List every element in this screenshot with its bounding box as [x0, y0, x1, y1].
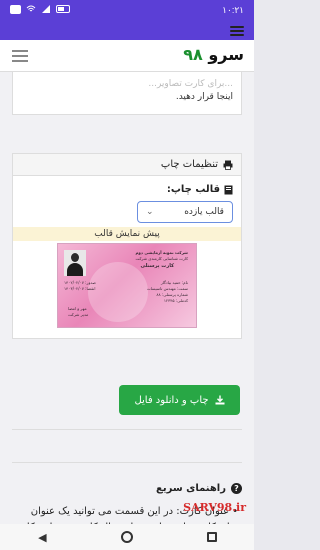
- template-label: قالب چاپ:: [166, 184, 220, 195]
- card-expire-date: انقضا: ۱۴۰۳/۰۲/۰۷: [64, 286, 96, 291]
- print-download-button[interactable]: چاپ و دانلود فایل: [119, 385, 240, 415]
- site-logo[interactable]: سرو ۹۸: [183, 45, 244, 64]
- card-issue-date: صدور: ۱۴۰۲/۰۲/۰۷: [64, 280, 96, 285]
- card-manager: مدیر شرکت: [68, 312, 89, 317]
- hamburger-menu-icon[interactable]: [12, 50, 28, 62]
- quick-guide-header: ? راهنمای سریع: [12, 483, 242, 494]
- screen: ١٠:٢١ سرو ۹۸ ...برای کارت تصاویر... اینج…: [0, 0, 254, 550]
- template-select-value: قالب یازده: [184, 207, 224, 217]
- chevron-down-icon: ⌄: [146, 207, 154, 217]
- top-menu-icon[interactable]: [230, 26, 244, 36]
- print-settings-body: قالب چاپ: قالب یازده ⌄ پیش نمایش قالب شر…: [13, 176, 241, 338]
- app-icon: [10, 4, 21, 14]
- quick-guide-title: راهنمای سریع: [156, 483, 226, 494]
- card-subtitle: کارت شناسایی کارمندی شرکت: [135, 256, 188, 261]
- card-code: کدملی: ۱۲۳۴۵: [163, 298, 188, 303]
- status-bar: ١٠:٢١: [0, 0, 254, 22]
- card-name: نام: حمید بیادگار: [160, 280, 188, 285]
- nav-home-button[interactable]: [117, 527, 137, 547]
- person-photo: [64, 250, 86, 276]
- template-preview-label: پیش نمایش قالب: [13, 227, 241, 241]
- download-icon: [215, 395, 225, 405]
- status-time: ١٠:٢١: [222, 5, 244, 15]
- template-icon: [224, 185, 233, 194]
- home-circle-icon: [120, 531, 133, 543]
- app-header: سرو ۹۸: [0, 40, 254, 72]
- signal-icon: [42, 5, 50, 13]
- system-nav-bar: ◀: [0, 524, 254, 550]
- logo-text: سرو: [208, 45, 244, 64]
- print-settings-title: تنظیمات چاپ: [160, 159, 218, 170]
- intro-card: ...برای کارت تصاویر... اینجا قرار دهید.: [12, 72, 242, 115]
- print-settings-header: تنظیمات چاپ: [13, 154, 241, 176]
- watermark: SARV98.ir: [183, 501, 246, 514]
- printer-icon: [223, 160, 233, 170]
- wifi-icon: [26, 5, 36, 12]
- nav-recents-button[interactable]: [202, 527, 222, 547]
- nav-back-icon[interactable]: ◀: [32, 527, 52, 547]
- template-select[interactable]: قالب یازده ⌄: [137, 201, 233, 223]
- print-settings-card: تنظیمات چاپ قالب چاپ: قالب یازده ⌄ پیش ن…: [12, 153, 242, 339]
- logo-number: ۹۸: [183, 45, 203, 64]
- card-position: سمت: مهندس تاسیسات: [146, 286, 188, 291]
- card-sign: مهر و امضا: [68, 306, 87, 311]
- status-icons: [10, 4, 70, 14]
- intro-faded-line: ...برای کارت تصاویر...: [148, 79, 233, 89]
- card-personnel-no: شماره پرسنلی: ۸۸: [156, 292, 188, 297]
- intro-line: اینجا قرار دهید.: [175, 92, 233, 102]
- question-circle-icon: ?: [231, 483, 242, 494]
- card-decoration: [88, 262, 148, 322]
- print-download-label: چاپ و دانلود فایل: [134, 394, 209, 406]
- id-card-preview: شرکت نمونه آزمایشی دوم کارت شناسایی کارم…: [57, 243, 197, 328]
- card-company: شرکت نمونه آزمایشی دوم: [135, 250, 188, 255]
- main-content: ...برای کارت تصاویر... اینجا قرار دهید. …: [12, 72, 242, 550]
- divider: [12, 429, 242, 430]
- battery-icon: [56, 5, 70, 13]
- divider: [12, 462, 242, 463]
- template-label-row: قالب چاپ:: [21, 184, 233, 195]
- top-strip: [0, 22, 254, 40]
- card-title: کارت پرسنلی: [140, 263, 174, 269]
- recents-square-icon: [206, 532, 217, 542]
